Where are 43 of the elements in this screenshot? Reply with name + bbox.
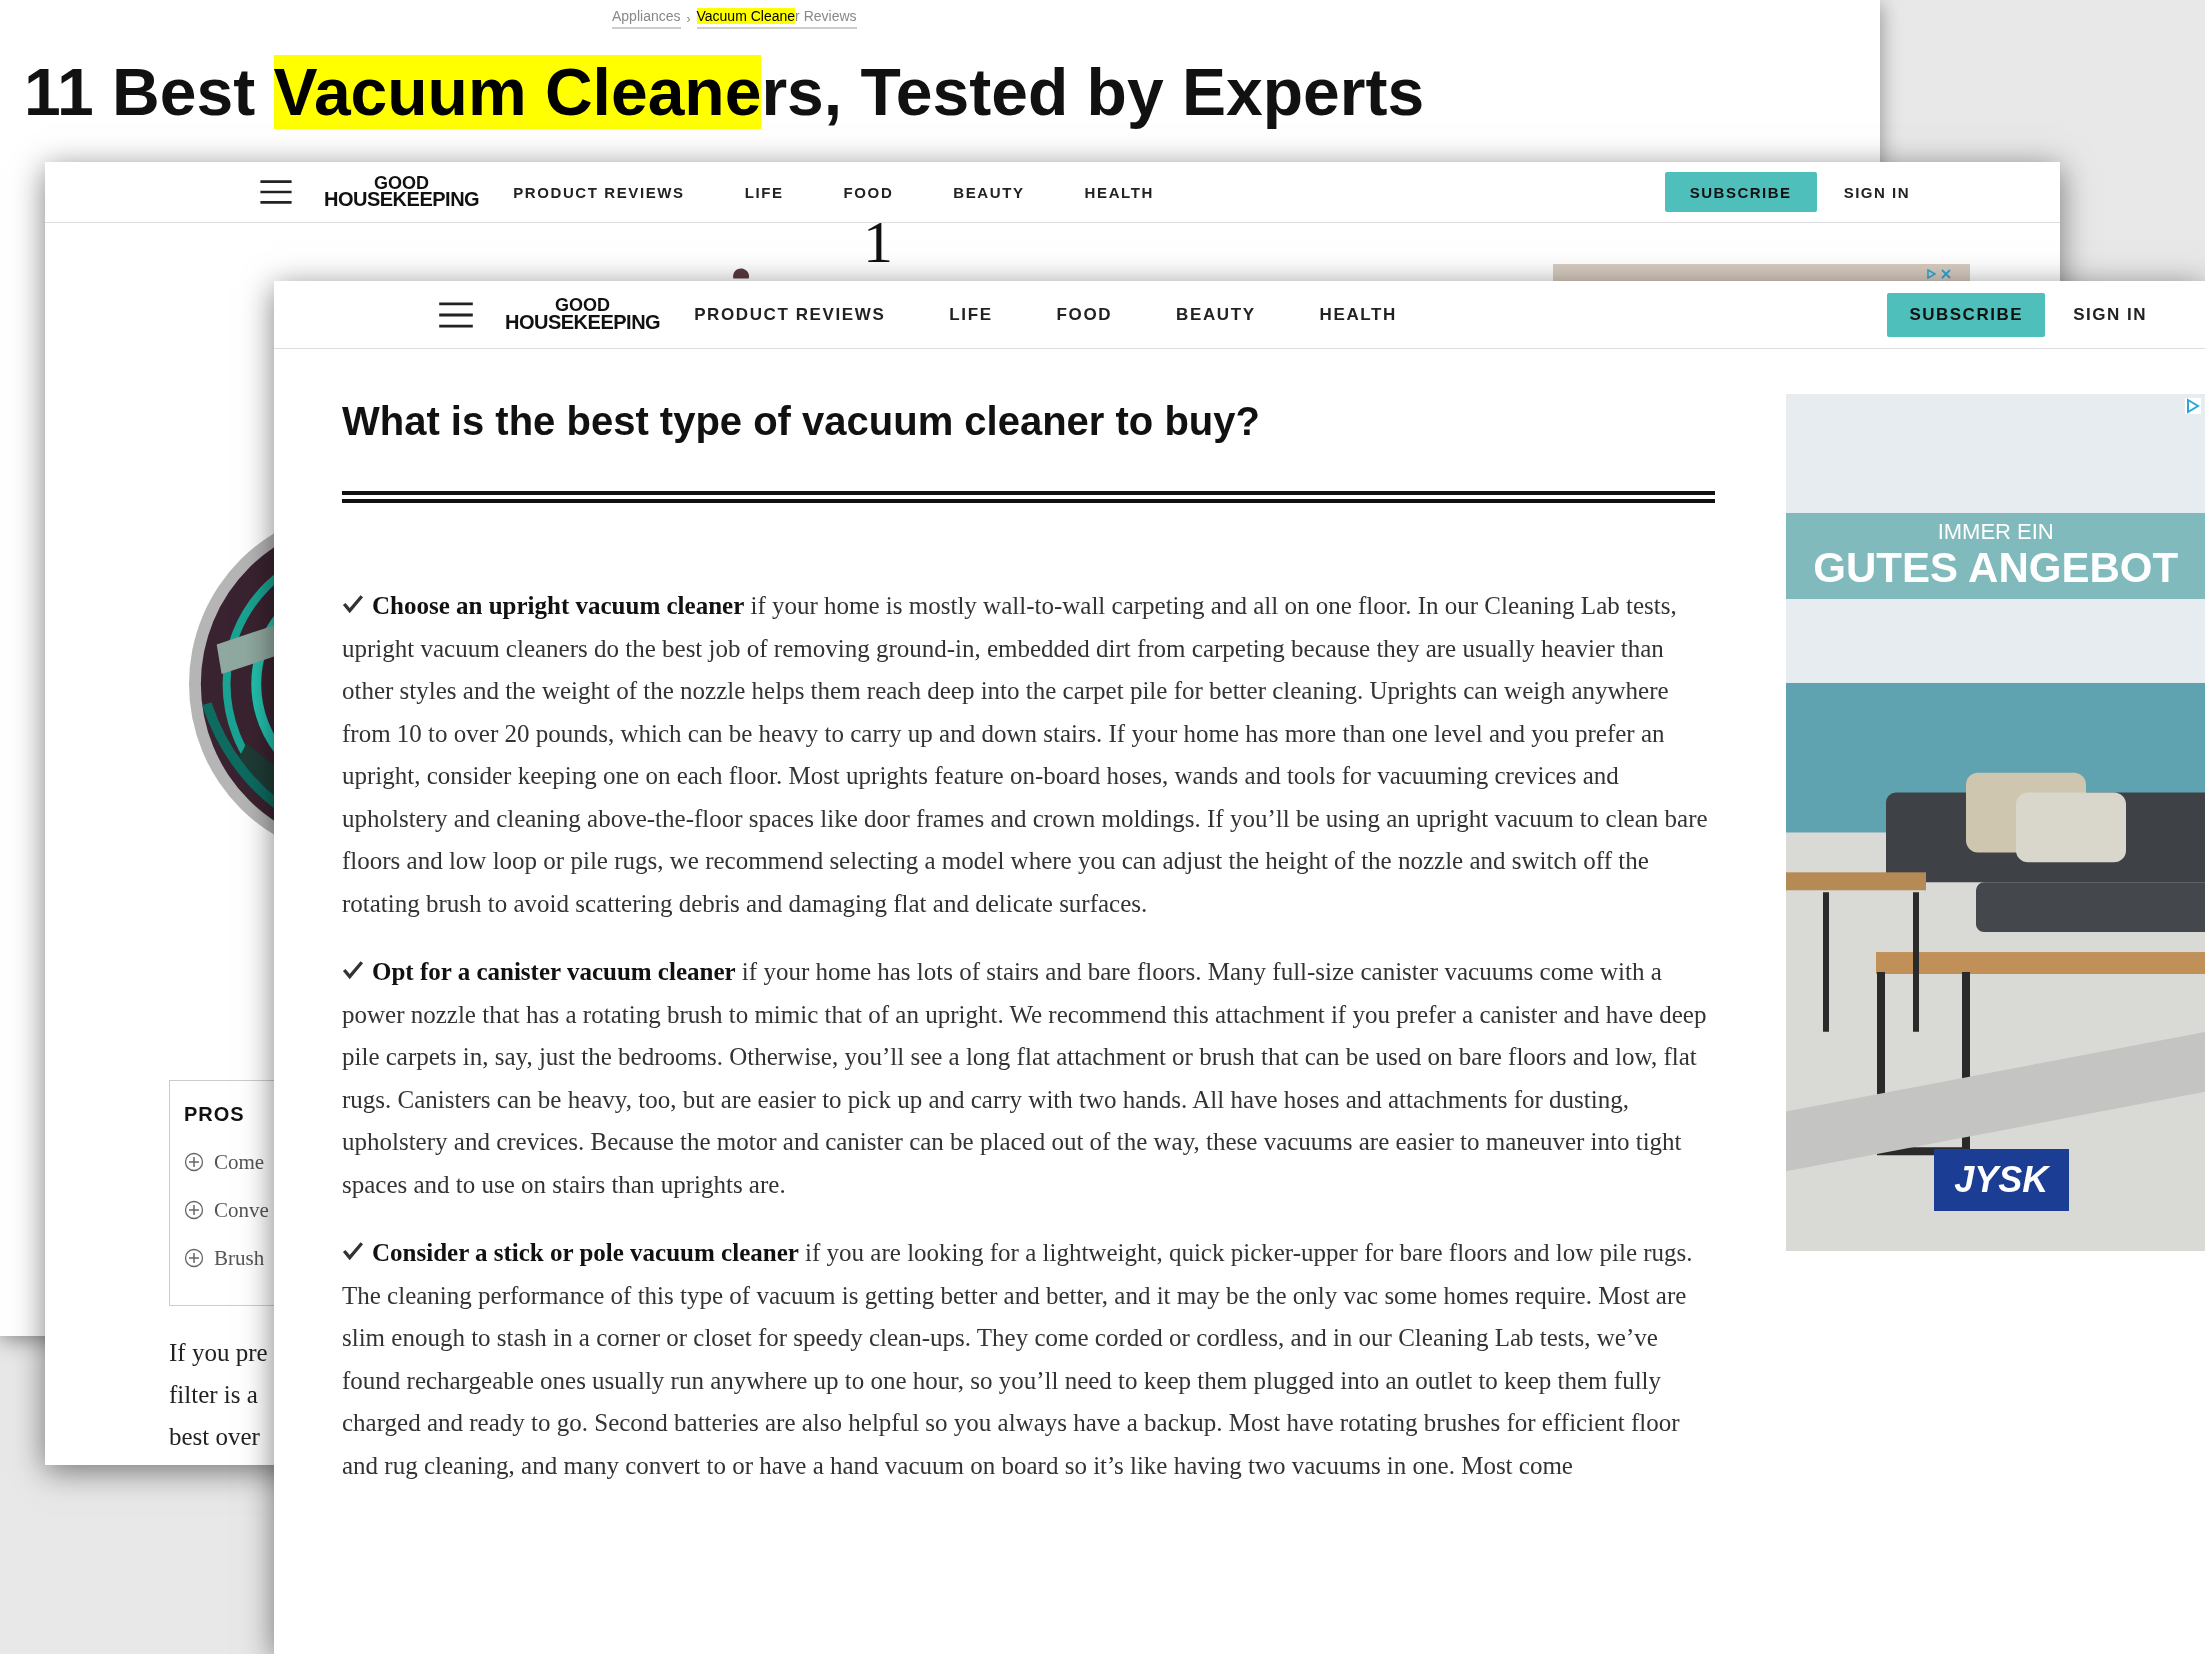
logo[interactable]: GOOD HOUSEKEEPING (324, 175, 480, 209)
text-fragment: filter is a (169, 1380, 259, 1410)
menu-icon[interactable] (439, 300, 473, 329)
paragraph: Consider a stick or pole vacuum cleaner if you are looking for a lightweight, quick picker-upper for bare floors and low pile rugs. The cleaning performance of this type of vacuum is getting better and better, and it may be the only vac some homes require. Most are slim enough to stash in a corner or closet for speedy clean-ups. They come corded or cordless, and in our Cleaning Lab tests, we’ve found rechargeable ones usually run anywhere up to one hour, so you’ll need to keep them plugged into an outlet to keep them fully charged and ready to go. Second batteries are also helpful so you always have a backup. Most have rotating brushes for efficient floor and rug cleaning, and many convert to or have a hand vacuum on board so it’s like having two vacuums in one. Most come (342, 1238, 1694, 1481)
nav-link[interactable]: PRODUCT REVIEWS (694, 304, 886, 325)
breadcrumb-separator: › (686, 11, 691, 26)
ad-kicker: IMMER EIN (1937, 520, 2054, 544)
menu-icon[interactable] (260, 179, 292, 205)
nav-link[interactable]: BEAUTY (953, 183, 1025, 201)
nav-link[interactable]: HEALTH (1084, 183, 1154, 201)
brand-logo[interactable]: JYSK (1933, 1149, 2069, 1211)
plus-circle-icon (184, 1248, 204, 1268)
nav-link[interactable]: LIFE (744, 183, 784, 201)
nav-link[interactable]: FOOD (843, 183, 894, 201)
nav-link[interactable]: HEALTH (1319, 304, 1397, 325)
text-fragment: If you pre (169, 1338, 268, 1368)
nav-link[interactable]: PRODUCT REVIEWS (513, 183, 685, 201)
nav-link[interactable]: LIFE (949, 304, 993, 325)
pros-item: Conve (214, 1197, 269, 1223)
plus-circle-icon (184, 1200, 204, 1220)
section-heading: What is the best type of vacuum cleaner to buy? (342, 398, 1261, 445)
page-title: 11 Best Vacuum Cleaners, Tested by Experts (24, 54, 1425, 131)
logo[interactable]: GOOD HOUSEKEEPING (505, 298, 661, 331)
pros-item: Come (214, 1149, 265, 1175)
text-fragment: best over (169, 1422, 261, 1452)
sign-in-link[interactable]: SIGN IN (1843, 183, 1910, 201)
ad-choices-icon[interactable] (2185, 398, 2201, 414)
check-icon (342, 1241, 364, 1261)
nav-link[interactable]: FOOD (1056, 304, 1113, 325)
paragraph: Choose an upright vacuum cleaner if your home is mostly wall-to-wall carpeting and all on one floor. In our Cleaning Lab tests, upright vacuum cleaners do the best job of removing ground-in, embedded dirt from carpeting because they are usually heavier than other styles and the weight of the nozzle helps them reach deep into the carpet pile for better cleaning. Uprights can weigh anywhere from 10 to over 20 pounds, which can be heavy to carry up and down stairs. If your home has more than one level and you prefer an upright, consider keeping one on each floor. Most uprights feature on-board hoses, wands and tools for vacuuming crevices and upholstery and cleaning above-the-floor spaces like door frames and crown moldings. If you’ll be using an upright vacuum to clean bare floors and low loop or pile rugs, we recommend selecting a model where you can adjust the height of the nozzle and switch off the rotating brush to avoid scattering debris and damaging flat and delicate surfaces. (342, 591, 1709, 919)
heading-fragment: 1 (863, 220, 893, 264)
plus-circle-icon (184, 1152, 204, 1172)
breadcrumb-link[interactable]: Appliances (612, 8, 681, 29)
check-icon (342, 594, 364, 614)
sign-in-link[interactable]: SIGN IN (2073, 304, 2147, 325)
pros-heading: PROS (184, 1103, 245, 1126)
check-icon (342, 960, 364, 980)
paragraph: Opt for a canister vacuum cleaner if your home has lots of stairs and bare floors. Many full-size canister vacuums come with a power nozzle that has a rotating brush to mimic that of an upright. We recommend this attachment if you prefer a canister and have deep pile carpets in, say, just the bedrooms. Otherwise, you’ll see a long flat attachment or brush that can be used on bare floors and low, flat rugs. Canisters can be heavy, too, but are easier to pick up and carry with two hands. All have hoses and attachments for dusting, upholstery and crevices. Because the motor and canister can be placed out of the way, these vacuums are easier to maneuver into tight spaces and to use on stairs than uprights are. (342, 957, 1708, 1200)
nav-link[interactable]: BEAUTY (1176, 304, 1256, 325)
subscribe-button[interactable]: SUBSCRIBE (1887, 292, 2046, 337)
subscribe-button[interactable]: SUBSCRIBE (1664, 172, 1817, 212)
pros-item: Brush (214, 1245, 265, 1271)
ad-headline: GUTES ANGEBOT (1813, 544, 2179, 592)
